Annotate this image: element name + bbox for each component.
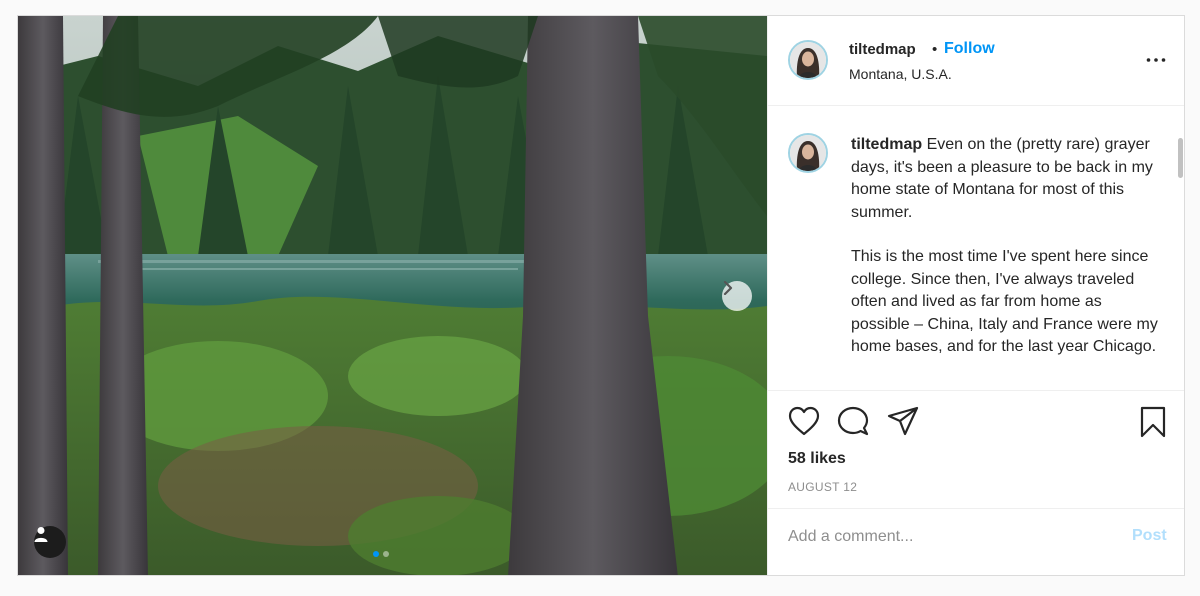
tagged-users-button[interactable] <box>34 526 66 558</box>
carousel-dot <box>383 551 389 557</box>
post-author-username[interactable]: tiltedmap <box>849 41 916 58</box>
carousel-dot <box>373 551 379 557</box>
comment-input[interactable] <box>788 526 1118 548</box>
heart-icon <box>788 406 820 436</box>
bookmark-icon <box>1140 406 1166 438</box>
post-comment-button[interactable]: Post <box>1132 527 1167 545</box>
post-date[interactable]: AUGUST 12 <box>788 480 857 494</box>
share-button[interactable] <box>887 406 919 441</box>
post-header: tiltedmap • Follow Montana, U.S.A. <box>768 16 1184 106</box>
avatar[interactable] <box>788 40 828 80</box>
carousel-indicator <box>373 551 389 557</box>
follow-button[interactable]: Follow <box>944 40 995 58</box>
comment-button[interactable] <box>837 406 869 441</box>
more-options-button[interactable] <box>1144 54 1168 66</box>
profile-picture <box>790 135 826 171</box>
post-side-panel: tiltedmap • Follow Montana, U.S.A. tilte… <box>767 16 1184 575</box>
post-location[interactable]: Montana, U.S.A. <box>849 66 952 82</box>
caption-username[interactable]: tiltedmap <box>851 136 922 153</box>
post-photo[interactable] <box>18 16 767 575</box>
comment-bar: Post <box>768 508 1184 575</box>
post-caption: tiltedmap Even on the (pretty rare) gray… <box>851 134 1161 381</box>
lake-forest-photo <box>18 16 767 575</box>
post-actions: 58 likes AUGUST 12 <box>768 390 1184 509</box>
profile-picture <box>790 42 826 78</box>
more-options-icon <box>1146 58 1166 62</box>
like-button[interactable] <box>788 406 820 441</box>
save-button[interactable] <box>1139 406 1167 443</box>
caption-paragraph: tiltedmap Even on the (pretty rare) gray… <box>851 134 1161 224</box>
caption-scrollbar[interactable] <box>1178 138 1183 178</box>
avatar[interactable] <box>788 133 828 173</box>
likes-count[interactable]: 58 likes <box>788 450 846 468</box>
comment-icon <box>837 406 869 436</box>
separator-dot: • <box>932 41 938 58</box>
caption-paragraph: This is the most time I've spent here si… <box>851 248 1158 355</box>
carousel-next-button[interactable] <box>722 281 752 311</box>
share-icon <box>887 406 919 436</box>
caption-scroll-area[interactable]: tiltedmap Even on the (pretty rare) gray… <box>768 106 1184 391</box>
chevron-right-icon <box>723 281 733 295</box>
instagram-post: tiltedmap • Follow Montana, U.S.A. tilte… <box>17 15 1185 576</box>
user-tag-icon <box>34 527 48 542</box>
